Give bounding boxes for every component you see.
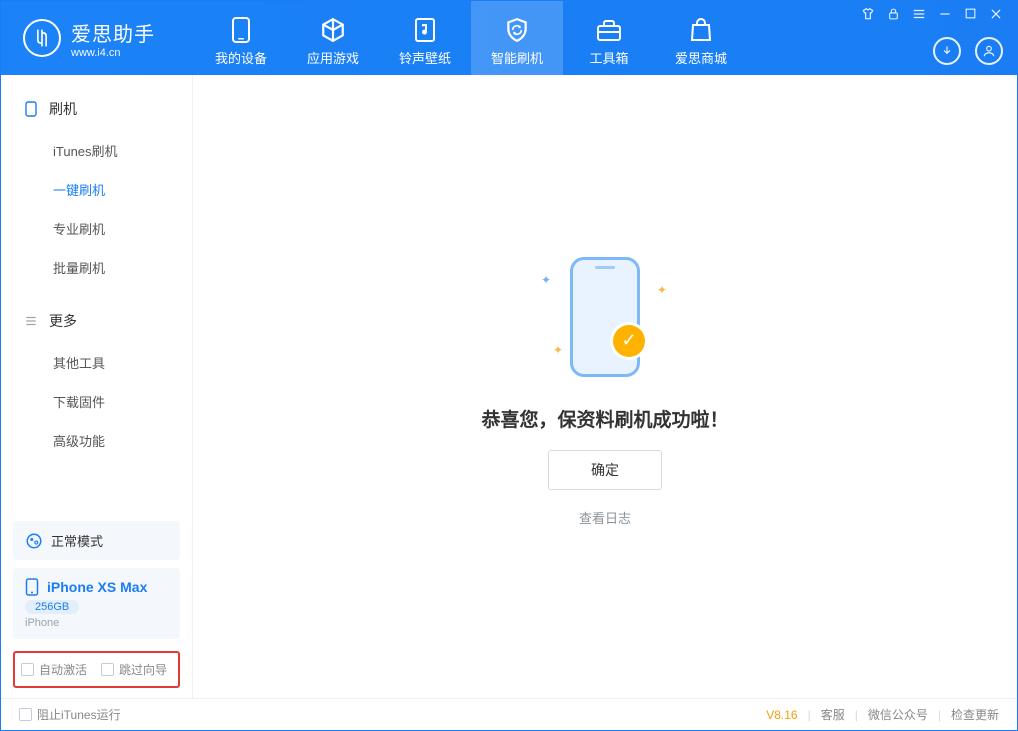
sidebar-item-download-firmware[interactable]: 下载固件 <box>1 382 192 421</box>
shield-refresh-icon <box>503 16 531 44</box>
sidebar: 刷机 iTunes刷机 一键刷机 专业刷机 批量刷机 更多 其他工具 下载固件 … <box>1 75 193 698</box>
checkbox-block-itunes[interactable]: 阻止iTunes运行 <box>19 706 121 723</box>
version-label: V8.16 <box>766 708 797 722</box>
checkbox-label: 自动激活 <box>39 661 87 678</box>
device-card[interactable]: iPhone XS Max 256GB iPhone <box>13 568 180 639</box>
sparkle-icon: ✦ <box>541 273 551 287</box>
nav-ringtones[interactable]: 铃声壁纸 <box>379 1 471 75</box>
success-illustration: ✦ ✦ ✦ ✓ <box>525 247 685 387</box>
sparkle-icon: ✦ <box>553 343 563 357</box>
success-message: 恭喜您，保资料刷机成功啦！ <box>481 405 728 432</box>
minimize-button[interactable] <box>938 7 952 21</box>
nav-label: 智能刷机 <box>491 48 543 67</box>
toolbox-icon <box>595 16 623 44</box>
ok-button[interactable]: 确定 <box>548 450 662 490</box>
sparkle-icon: ✦ <box>657 283 667 297</box>
download-button[interactable] <box>933 37 961 65</box>
section-title: 更多 <box>49 311 77 331</box>
app-window: 爱思助手 www.i4.cn 我的设备 应用游戏 铃声壁纸 智能刷机 <box>0 0 1018 731</box>
nav-label: 铃声壁纸 <box>399 48 451 67</box>
app-title: 爱思助手 <box>71 18 155 47</box>
separator: | <box>938 708 941 722</box>
sidebar-item-pro-flash[interactable]: 专业刷机 <box>1 209 192 248</box>
checkbox-icon <box>19 708 32 721</box>
logo-area: 爱思助手 www.i4.cn <box>23 18 155 59</box>
nav-label: 爱思商城 <box>675 48 727 67</box>
list-icon <box>23 313 39 329</box>
user-button[interactable] <box>975 37 1003 65</box>
maximize-button[interactable] <box>964 7 977 21</box>
device-icon <box>227 16 255 44</box>
nav-apps[interactable]: 应用游戏 <box>287 1 379 75</box>
section-title: 刷机 <box>49 99 77 119</box>
main-content: ✦ ✦ ✦ ✓ 恭喜您，保资料刷机成功啦！ 确定 查看日志 <box>193 75 1017 698</box>
device-phone-icon <box>25 578 39 596</box>
sidebar-item-advanced[interactable]: 高级功能 <box>1 421 192 460</box>
sidebar-item-one-click-flash[interactable]: 一键刷机 <box>1 170 192 209</box>
nav-flash[interactable]: 智能刷机 <box>471 1 563 75</box>
body: 刷机 iTunes刷机 一键刷机 专业刷机 批量刷机 更多 其他工具 下载固件 … <box>1 75 1017 698</box>
lock-icon[interactable] <box>887 7 900 21</box>
device-name-text: iPhone XS Max <box>47 579 147 595</box>
titlebar: 爱思助手 www.i4.cn 我的设备 应用游戏 铃声壁纸 智能刷机 <box>1 1 1017 75</box>
sidebar-item-other-tools[interactable]: 其他工具 <box>1 343 192 382</box>
shirt-icon[interactable] <box>861 7 875 21</box>
wechat-link[interactable]: 微信公众号 <box>868 706 928 723</box>
checkbox-auto-activate[interactable]: 自动激活 <box>21 661 87 678</box>
checkbox-icon <box>101 663 114 676</box>
nav-toolbox[interactable]: 工具箱 <box>563 1 655 75</box>
mode-icon <box>25 532 43 550</box>
checkbox-skip-guide[interactable]: 跳过向导 <box>101 661 167 678</box>
view-log-link[interactable]: 查看日志 <box>579 508 631 527</box>
nav-label: 工具箱 <box>589 48 628 67</box>
app-subtitle: www.i4.cn <box>71 47 155 59</box>
sidebar-item-itunes-flash[interactable]: iTunes刷机 <box>1 131 192 170</box>
check-update-link[interactable]: 检查更新 <box>951 706 999 723</box>
highlighted-options: 自动激活 跳过向导 <box>13 651 180 688</box>
mode-label: 正常模式 <box>51 531 103 550</box>
nav-label: 应用游戏 <box>307 48 359 67</box>
checkbox-icon <box>21 663 34 676</box>
sidebar-item-batch-flash[interactable]: 批量刷机 <box>1 248 192 287</box>
phone-small-icon <box>23 101 39 117</box>
footer: 阻止iTunes运行 V8.16 | 客服 | 微信公众号 | 检查更新 <box>1 698 1017 730</box>
nav-label: 我的设备 <box>215 48 267 67</box>
checkbox-label: 跳过向导 <box>119 661 167 678</box>
logo-icon <box>23 19 61 57</box>
close-button[interactable] <box>989 7 1003 21</box>
check-badge-icon: ✓ <box>613 325 645 357</box>
separator: | <box>855 708 858 722</box>
checkbox-label: 阻止iTunes运行 <box>37 706 121 723</box>
support-link[interactable]: 客服 <box>821 706 845 723</box>
nav-my-device[interactable]: 我的设备 <box>195 1 287 75</box>
device-storage-badge: 256GB <box>25 600 79 614</box>
bag-icon <box>687 16 715 44</box>
nav-tabs: 我的设备 应用游戏 铃声壁纸 智能刷机 工具箱 爱思商城 <box>195 1 747 75</box>
nav-store[interactable]: 爱思商城 <box>655 1 747 75</box>
sidebar-section-more: 更多 <box>1 305 192 337</box>
device-type: iPhone <box>25 617 168 629</box>
mode-card[interactable]: 正常模式 <box>13 521 180 560</box>
cube-icon <box>319 16 347 44</box>
phone-graphic <box>570 257 640 377</box>
menu-icon[interactable] <box>912 7 926 21</box>
music-file-icon <box>411 16 439 44</box>
window-controls <box>861 7 1003 21</box>
separator: | <box>808 708 811 722</box>
sidebar-section-flash: 刷机 <box>1 93 192 125</box>
